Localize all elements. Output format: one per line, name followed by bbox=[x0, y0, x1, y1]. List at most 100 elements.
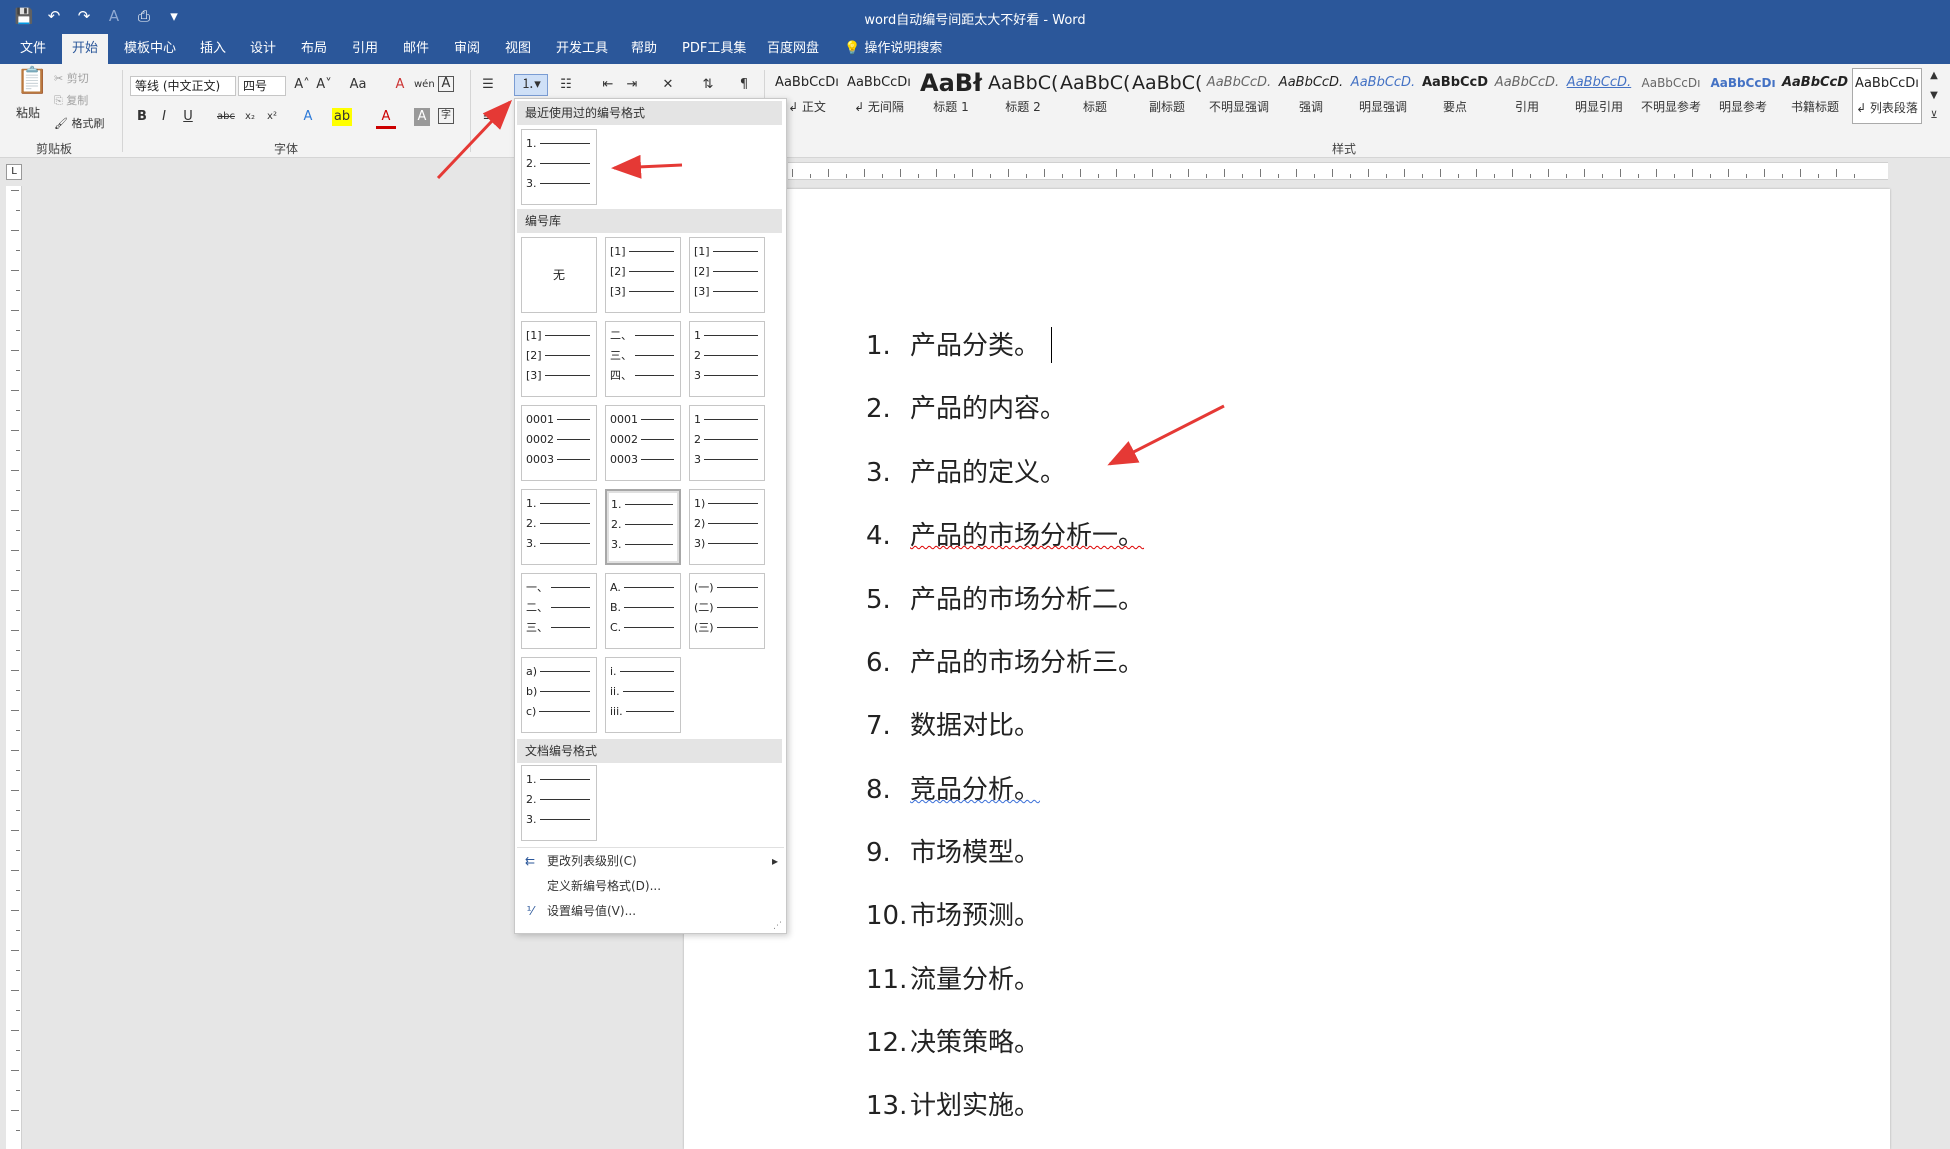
tab-view[interactable]: 视图 bbox=[501, 34, 535, 64]
paste-button[interactable]: 粘贴 bbox=[16, 104, 40, 121]
tab-help[interactable]: 帮助 bbox=[627, 34, 661, 64]
decrease-indent-icon[interactable]: ⇤ bbox=[598, 76, 618, 94]
clear-format-icon[interactable]: A bbox=[390, 76, 410, 94]
tab-baidu-netdisk[interactable]: 百度网盘 bbox=[763, 34, 823, 64]
tab-review[interactable]: 审阅 bbox=[450, 34, 484, 64]
list-item[interactable]: 2. 产品的内容。 bbox=[866, 388, 1066, 425]
align-left-icon[interactable]: ≡ bbox=[478, 108, 498, 126]
tab-pdf-tools[interactable]: PDF工具集 bbox=[678, 34, 750, 64]
list-item[interactable]: 10. 市场预测。 bbox=[866, 895, 1040, 932]
font-name-combo[interactable]: 等线 (中文正文) bbox=[130, 76, 236, 96]
tab-templates[interactable]: 模板中心 bbox=[120, 34, 180, 64]
tab-insert[interactable]: 插入 bbox=[196, 34, 230, 64]
format-cell[interactable]: 二、 三、 四、 bbox=[605, 321, 681, 397]
style-intense-emphasis[interactable]: AaBbCcD. 明显强调 bbox=[1348, 68, 1418, 124]
underline-icon[interactable]: U bbox=[178, 108, 198, 126]
format-cell[interactable]: [1] [2] [3] bbox=[605, 237, 681, 313]
format-cell[interactable]: 0001 0002 0003 bbox=[521, 405, 597, 481]
multilevel-list-icon[interactable]: ☷ bbox=[556, 76, 576, 94]
tab-references[interactable]: 引用 bbox=[348, 34, 382, 64]
char-shading-icon[interactable]: A bbox=[414, 108, 430, 126]
grow-font-icon[interactable]: A˄ bbox=[292, 76, 312, 94]
change-list-level-menu-item[interactable]: ⇇ 更改列表级别(C) ▸ bbox=[515, 849, 786, 873]
show-marks-icon[interactable]: ¶ bbox=[734, 76, 754, 94]
numbering-button[interactable]: ⒈▾ bbox=[514, 74, 548, 96]
change-case-icon[interactable]: Aa bbox=[344, 76, 372, 94]
increase-indent-icon[interactable]: ⇥ bbox=[622, 76, 642, 94]
phonetic-guide-icon[interactable]: wén bbox=[414, 76, 435, 94]
list-item[interactable]: 13. 计划实施。 bbox=[866, 1085, 1040, 1122]
resize-grip-icon[interactable]: ⋰ bbox=[773, 921, 782, 931]
format-cell[interactable]: a) b) c) bbox=[521, 657, 597, 733]
tab-file[interactable]: 文件 bbox=[16, 34, 50, 64]
style-strong[interactable]: AaBbCcD 要点 bbox=[1420, 68, 1490, 124]
char-border-icon[interactable]: A bbox=[438, 76, 454, 92]
italic-icon[interactable]: I bbox=[154, 108, 174, 126]
format-cell[interactable]: 一、 二、 三、 bbox=[521, 573, 597, 649]
tab-design[interactable]: 设计 bbox=[246, 34, 280, 64]
style-list-paragraph[interactable]: AaBbCcDı ↲ 列表段落 bbox=[1852, 68, 1922, 124]
bold-icon[interactable]: B bbox=[132, 108, 152, 126]
list-item[interactable]: 12. 决策策略。 bbox=[866, 1022, 1040, 1059]
tab-mailings[interactable]: 邮件 bbox=[399, 34, 433, 64]
style-book-title[interactable]: AaBbCcD 书籍标题 bbox=[1780, 68, 1850, 124]
format-cell-selected[interactable]: 1. 2. 3. bbox=[605, 489, 681, 565]
enclose-char-icon[interactable]: 字 bbox=[438, 108, 454, 124]
list-item[interactable]: 8. 竞品分析。 bbox=[866, 769, 1040, 806]
bullets-icon[interactable]: ☰ bbox=[478, 76, 498, 94]
format-cell[interactable]: 1) 2) 3) bbox=[689, 489, 765, 565]
style-heading-2[interactable]: AaBbC(标题 2 bbox=[988, 68, 1058, 124]
style-intense-reference[interactable]: AaBbCcDı 明显参考 bbox=[1708, 68, 1778, 124]
style-subtitle[interactable]: AaBbC(副标题 bbox=[1132, 68, 1202, 124]
tab-home[interactable]: 开始 bbox=[62, 34, 109, 64]
list-item[interactable]: 3. 产品的定义。 bbox=[866, 452, 1066, 489]
font-size-combo[interactable]: 四号 bbox=[238, 76, 286, 96]
tab-developer[interactable]: 开发工具 bbox=[552, 34, 612, 64]
chinese-layout-icon[interactable]: ✕ bbox=[658, 76, 678, 94]
list-item[interactable]: 5. 产品的市场分析二。 bbox=[866, 579, 1144, 616]
cut-button[interactable]: ✂ 剪切 bbox=[54, 70, 89, 86]
subscript-icon[interactable]: x₂ bbox=[240, 108, 260, 126]
style-intense-quote[interactable]: AaBbCcD. 明显引用 bbox=[1564, 68, 1634, 124]
list-item[interactable]: 6. 产品的市场分析三。 bbox=[866, 642, 1144, 679]
document-page[interactable]: 1. 产品分类。 2. 产品的内容。 3. 产品的定义。 4. 产品的市场分析一。 5.… bbox=[684, 189, 1890, 1149]
list-item[interactable]: 4. 产品的市场分析一。 bbox=[866, 515, 1144, 552]
styles-scroll-up-icon[interactable]: ▲ bbox=[1924, 70, 1944, 82]
list-item[interactable]: 11. 流量分析。 bbox=[866, 959, 1040, 996]
strikethrough-icon[interactable]: abc bbox=[216, 108, 236, 126]
format-none-cell[interactable]: 无 bbox=[521, 237, 597, 313]
format-cell[interactable]: 1 2 3 bbox=[689, 405, 765, 481]
style-emphasis[interactable]: AaBbCcD. 强调 bbox=[1276, 68, 1346, 124]
recent-format-cell[interactable]: 1. 2. 3. bbox=[521, 129, 597, 205]
format-cell[interactable]: A. B. C. bbox=[605, 573, 681, 649]
list-item[interactable]: 9. 市场模型。 bbox=[866, 832, 1040, 869]
format-cell[interactable]: [1] [2] [3] bbox=[521, 321, 597, 397]
format-cell[interactable]: (一) (二) (三) bbox=[689, 573, 765, 649]
format-cell[interactable]: 1 2 3 bbox=[689, 321, 765, 397]
highlight-icon[interactable]: ab bbox=[332, 108, 352, 126]
format-cell[interactable]: 1. 2. 3. bbox=[521, 489, 597, 565]
font-color-icon[interactable]: A bbox=[376, 108, 396, 129]
tab-selector[interactable]: L bbox=[6, 164, 22, 180]
tell-me-search[interactable]: 💡 操作说明搜索 bbox=[840, 34, 946, 64]
styles-scroll-down-icon[interactable]: ▼ bbox=[1924, 90, 1944, 102]
set-numbering-value-menu-item[interactable]: ⅟ 设置编号值(V)... bbox=[515, 899, 786, 923]
horizontal-ruler[interactable] bbox=[788, 162, 1888, 180]
tab-layout[interactable]: 布局 bbox=[297, 34, 331, 64]
style-subtle-emphasis[interactable]: AaBbCcD. 不明显强调 bbox=[1204, 68, 1274, 124]
style-title[interactable]: AaBbC(标题 bbox=[1060, 68, 1130, 124]
define-new-format-menu-item[interactable]: 定义新编号格式(D)... bbox=[515, 874, 786, 898]
format-painter-button[interactable]: 🖌 格式刷 bbox=[54, 115, 104, 131]
superscript-icon[interactable]: x² bbox=[262, 108, 282, 126]
style-quote[interactable]: AaBbCcD. 引用 bbox=[1492, 68, 1562, 124]
style-no-spacing[interactable]: AaBbCcDı ↲ 无间隔 bbox=[844, 68, 914, 124]
list-item[interactable]: 1. 产品分类。 bbox=[866, 325, 1040, 362]
text-effects-icon[interactable]: A bbox=[298, 108, 318, 126]
document-format-cell[interactable]: 1. 2. 3. bbox=[521, 765, 597, 841]
shrink-font-icon[interactable]: A˅ bbox=[314, 76, 334, 94]
vertical-ruler[interactable] bbox=[6, 186, 22, 1149]
copy-button[interactable]: ⎘ 复制 bbox=[54, 92, 88, 108]
style-heading-1[interactable]: AaBł 标题 1 bbox=[916, 68, 986, 124]
format-cell[interactable]: [1] [2] [3] bbox=[689, 237, 765, 313]
paste-icon[interactable]: 📋 bbox=[16, 68, 48, 94]
